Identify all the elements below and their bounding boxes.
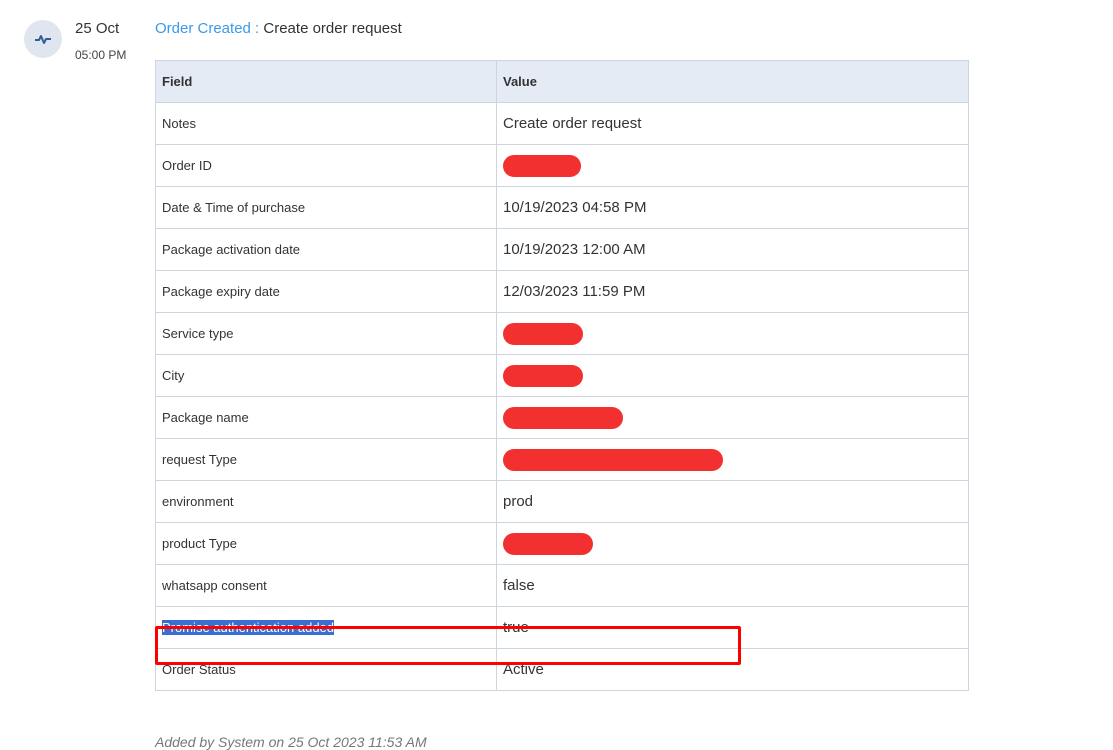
field-label: whatsapp consent	[162, 578, 267, 593]
activity-pulse-icon	[24, 20, 62, 58]
field-label: Notes	[162, 116, 196, 131]
value-cell: 12/03/2023 11:59 PM	[496, 270, 969, 313]
table-row: Service type	[155, 312, 969, 355]
table-row: City	[155, 354, 969, 397]
entry-title: Order Created : Create order request	[155, 20, 402, 37]
value-cell	[496, 522, 969, 565]
field-label: Date & Time of purchase	[162, 200, 306, 215]
redaction-mark	[503, 364, 583, 387]
value-cell	[496, 312, 969, 355]
value-cell	[496, 144, 969, 187]
redaction-mark	[503, 154, 581, 177]
field-cell: Package expiry date	[155, 270, 497, 313]
field-cell: Package activation date	[155, 228, 497, 271]
field-label: request Type	[162, 452, 237, 467]
field-cell: Service type	[155, 312, 497, 355]
header-field: Field	[155, 60, 497, 103]
field-cell: Package name	[155, 396, 497, 439]
value-cell: 10/19/2023 12:00 AM	[496, 228, 969, 271]
value-cell: false	[496, 564, 969, 607]
field-cell: product Type	[155, 522, 497, 565]
value-cell: prod	[496, 480, 969, 523]
redaction-mark	[503, 406, 623, 429]
field-label: product Type	[162, 536, 237, 551]
field-label: environment	[162, 494, 234, 509]
field-cell: request Type	[155, 438, 497, 481]
field-label: City	[162, 368, 185, 383]
field-label: Order ID	[162, 158, 212, 173]
table-row: Package activation date 10/19/2023 12:00 …	[155, 228, 969, 271]
table-row: Package name	[155, 396, 969, 439]
value-cell: 10/19/2023 04:58 PM	[496, 186, 969, 229]
field-cell: environment	[155, 480, 497, 523]
value-cell: Create order request	[496, 102, 969, 145]
field-cell: Order ID	[155, 144, 497, 187]
table-row: Order ID	[155, 144, 969, 187]
entry-date: 25 Oct	[75, 20, 120, 37]
table-row: whatsapp consent false	[155, 564, 969, 607]
table-row: environment prod	[155, 480, 969, 523]
field-label: Package name	[162, 410, 249, 425]
redaction-mark	[503, 322, 583, 345]
value-cell	[496, 438, 969, 481]
redaction-mark	[503, 532, 593, 555]
field-cell: City	[155, 354, 497, 397]
field-cell: whatsapp consent	[155, 564, 497, 607]
header-value: Value	[496, 60, 969, 103]
event-type[interactable]: Order Created :	[155, 20, 259, 37]
table-row: Date & Time of purchase 10/19/2023 04:58 …	[155, 186, 969, 229]
value-cell	[496, 396, 969, 439]
table-header: Field Value	[155, 60, 969, 103]
field-cell: Date & Time of purchase	[155, 186, 497, 229]
value-cell	[496, 354, 969, 397]
table-row: Package expiry date 12/03/2023 11:59 PM	[155, 270, 969, 313]
table-row: product Type	[155, 522, 969, 565]
field-cell: Notes	[155, 102, 497, 145]
field-label: Package activation date	[162, 242, 301, 257]
event-summary: Create order request	[263, 20, 402, 37]
redaction-mark	[503, 448, 723, 471]
field-label: Package expiry date	[162, 284, 280, 299]
table-row: request Type	[155, 438, 969, 481]
highlight-box	[155, 626, 741, 665]
table-row: Notes Create order request	[155, 102, 969, 145]
entry-time: 05:00 PM	[75, 48, 127, 62]
order-details-table: Field Value Notes Create order request Ord…	[155, 60, 969, 691]
field-label: Service type	[162, 326, 234, 341]
